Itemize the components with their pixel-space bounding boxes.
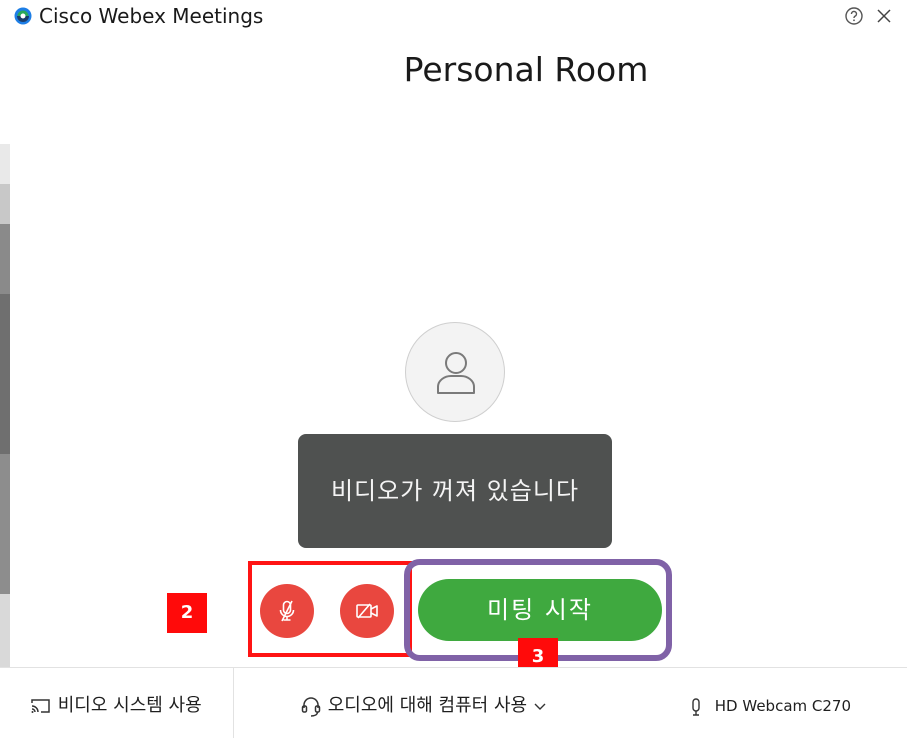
- microphone-muted-icon: [279, 600, 295, 622]
- camera-off-icon: [356, 603, 378, 619]
- headset-icon: [301, 697, 321, 717]
- cast-icon: [31, 699, 50, 713]
- window-title: Cisco Webex Meetings: [39, 4, 264, 28]
- webex-logo-icon: [14, 7, 32, 25]
- footer-divider: [233, 667, 234, 738]
- annotation-badge-2: 2: [167, 593, 207, 633]
- video-system-label: 비디오 시스템 사용: [57, 695, 202, 716]
- avatar: [405, 322, 505, 422]
- camera-label: HD Webcam C270: [714, 697, 852, 715]
- user-silhouette-icon: [437, 352, 475, 394]
- video-system-button[interactable]: 비디오 시스템 사용: [30, 690, 202, 722]
- background-window-edge: [0, 34, 10, 668]
- close-icon[interactable]: [873, 5, 895, 27]
- mute-button[interactable]: [260, 584, 314, 638]
- audio-connection-label: 오디오에 대해 컴퓨터 사용: [327, 695, 528, 716]
- chevron-down-icon: [534, 703, 546, 710]
- audio-connection-dropdown[interactable]: 오디오에 대해 컴퓨터 사용: [300, 690, 547, 722]
- page-title: Personal Room: [403, 50, 649, 89]
- camera-select[interactable]: HD Webcam C270: [688, 690, 851, 722]
- video-status-text: 비디오가 꺼져 있습니다: [330, 477, 580, 505]
- help-icon[interactable]: [843, 5, 865, 27]
- video-toggle-button[interactable]: [340, 584, 394, 638]
- microphone-icon: [692, 697, 700, 716]
